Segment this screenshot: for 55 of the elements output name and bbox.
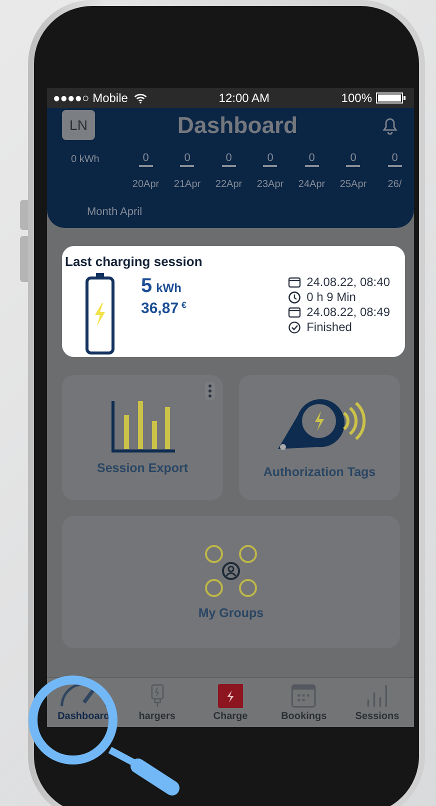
day-value: 0: [138, 152, 153, 167]
tab-button[interactable]: hargers: [127, 684, 188, 722]
day-label: 22Apr: [215, 179, 242, 190]
tile-label: Authorization Tags: [263, 464, 376, 478]
day-value: 0: [304, 152, 319, 167]
clock-time: 12:00 AM: [218, 91, 270, 105]
calendar-icon: [288, 276, 301, 288]
day-label: 23Apr: [256, 179, 284, 190]
currency-label: €: [182, 300, 187, 310]
page-title: Dashboard: [177, 112, 298, 138]
last-session-card[interactable]: Last charging session 5 kWh 36,87 € 24.08.22, 08:40 0 h 9 Min 24.08.22, 08:49 Finished: [62, 246, 405, 357]
tab-button[interactable]: Sessions: [347, 684, 408, 722]
day-label: 20Apr: [132, 179, 160, 190]
tab-button[interactable]: Bookings: [274, 684, 334, 722]
unit-label: 0 kWh: [71, 153, 100, 165]
status-text: Finished: [306, 320, 352, 334]
start-time: 24.08.22, 08:40: [306, 275, 390, 289]
day-value: 0: [263, 152, 278, 167]
energy-value: 5: [141, 275, 152, 298]
tile-label: My Groups: [198, 606, 264, 620]
day-value: 0: [346, 152, 360, 167]
battery-icon: [376, 92, 406, 104]
check-circle-icon: [288, 320, 301, 334]
day-value: 0: [222, 152, 236, 167]
day-label: 21Apr: [174, 179, 201, 190]
bar-chart-icon: [110, 400, 174, 452]
wifi-icon: [134, 92, 147, 104]
menu-tile[interactable]: My Groups: [62, 516, 400, 648]
tile-label: Session Export: [97, 460, 188, 474]
cost-value: 36,87: [141, 300, 179, 317]
end-time: 24.08.22, 08:49: [306, 305, 390, 319]
energy-unit: kWh: [156, 281, 182, 295]
carrier-label: ●●●●○ Mobile: [53, 91, 128, 105]
day-label: 26/: [388, 179, 402, 190]
charger-icon: [150, 684, 164, 708]
clock-icon: [288, 290, 301, 304]
duration-text: 0 h 9 Min: [306, 290, 356, 304]
menu-tile[interactable]: Session Export: [62, 375, 223, 500]
calendar-icon: [291, 684, 316, 708]
day-value: 0: [180, 152, 194, 167]
tab-button[interactable]: Charge: [200, 684, 260, 722]
day-label: 24Apr: [298, 179, 326, 190]
battery-percent: 100%: [341, 91, 372, 105]
bar-chart-icon: [367, 684, 388, 708]
day-value: 0: [388, 152, 402, 167]
calendar-icon: [288, 306, 301, 318]
day-label: 25Apr: [340, 179, 367, 190]
more-options-icon[interactable]: [205, 382, 215, 400]
avatar-initials[interactable]: LN: [62, 110, 95, 140]
battery-icon: [85, 273, 115, 355]
user-group-icon: [204, 544, 258, 598]
menu-tile[interactable]: Authorization Tags: [239, 375, 400, 500]
card-title: Last charging session: [65, 254, 204, 269]
period-label: Month April: [87, 206, 144, 218]
lightning-icon: [218, 684, 244, 708]
